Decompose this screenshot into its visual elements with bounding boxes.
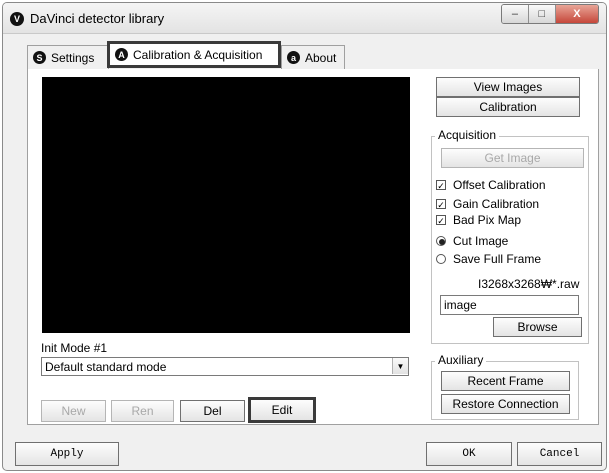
tab-calibration-acquisition[interactable]: A Calibration & Acquisition	[107, 41, 281, 68]
calibration-tab-icon: A	[115, 48, 128, 61]
ok-label: OK	[462, 448, 476, 460]
apply-button[interactable]: Apply	[15, 442, 119, 466]
edit-label: Edit	[271, 403, 293, 417]
auxiliary-group-label: Auxiliary	[435, 353, 487, 367]
chevron-down-icon[interactable]: ▼	[392, 358, 408, 374]
browse-label: Browse	[517, 320, 558, 334]
ok-button[interactable]: OK	[426, 442, 512, 466]
title-bar[interactable]: V DaVinci detector library – □ X	[3, 3, 606, 34]
close-button[interactable]: X	[555, 5, 598, 23]
recent-frame-button[interactable]: Recent Frame	[441, 371, 570, 391]
cut-image-radio[interactable]	[436, 236, 446, 246]
apply-label: Apply	[50, 448, 84, 460]
tab-calibration-label: Calibration & Acquisition	[133, 47, 263, 62]
get-image-label: Get Image	[484, 151, 541, 165]
tab-about[interactable]: a About	[281, 45, 345, 69]
caption-buttons: – □ X	[501, 4, 599, 24]
file-suffix-text: I3268x3268₩*.raw	[478, 277, 580, 291]
filename-input[interactable]: image	[440, 295, 579, 315]
settings-tab-icon: S	[33, 51, 46, 64]
get-image-button[interactable]: Get Image	[441, 148, 584, 168]
view-images-label: View Images	[473, 80, 543, 94]
new-button[interactable]: New	[41, 400, 106, 422]
restore-connection-label: Restore Connection	[452, 397, 559, 411]
del-label: Del	[203, 404, 222, 418]
gain-calibration-label: Gain Calibration	[453, 197, 540, 211]
recent-frame-label: Recent Frame	[467, 374, 544, 388]
app-icon: V	[10, 12, 24, 26]
init-mode-label: Init Mode #1	[41, 341, 108, 355]
bad-pix-map-label: Bad Pix Map	[453, 213, 522, 227]
del-button[interactable]: Del	[180, 400, 245, 422]
save-full-frame-label: Save Full Frame	[453, 252, 542, 266]
image-preview	[42, 77, 410, 333]
view-images-button[interactable]: View Images	[436, 77, 580, 97]
acquisition-group-label: Acquisition	[435, 128, 500, 142]
init-mode-select[interactable]: Default standard mode	[41, 357, 409, 376]
gain-calibration-checkbox[interactable]: ✓	[436, 199, 446, 210]
init-mode-value: Default standard mode	[45, 359, 167, 374]
bad-pix-map-checkbox[interactable]: ✓	[436, 215, 446, 226]
calibration-label: Calibration	[479, 100, 537, 114]
minimize-button[interactable]: –	[502, 5, 529, 23]
maximize-button[interactable]: □	[528, 5, 556, 23]
browse-button[interactable]: Browse	[493, 317, 582, 337]
cut-image-label: Cut Image	[453, 234, 509, 248]
tab-about-label: About	[305, 50, 337, 65]
edit-button[interactable]: Edit	[248, 397, 316, 423]
offset-calibration-label: Offset Calibration	[453, 178, 546, 192]
ren-button[interactable]: Ren	[111, 400, 174, 422]
ren-label: Ren	[131, 404, 154, 418]
about-tab-icon: a	[287, 51, 300, 64]
cancel-label: Cancel	[539, 448, 580, 460]
cancel-button[interactable]: Cancel	[517, 442, 602, 466]
tab-settings-label: Settings	[51, 50, 95, 65]
window-title: DaVinci detector library	[30, 11, 165, 26]
tab-settings[interactable]: S Settings	[27, 45, 109, 69]
new-label: New	[61, 404, 86, 418]
offset-calibration-checkbox[interactable]: ✓	[436, 180, 446, 191]
restore-connection-button[interactable]: Restore Connection	[441, 394, 570, 414]
dialog-window: V DaVinci detector library – □ X S Setti…	[2, 2, 607, 471]
save-full-frame-radio[interactable]	[436, 254, 446, 264]
calibration-button[interactable]: Calibration	[436, 97, 580, 117]
